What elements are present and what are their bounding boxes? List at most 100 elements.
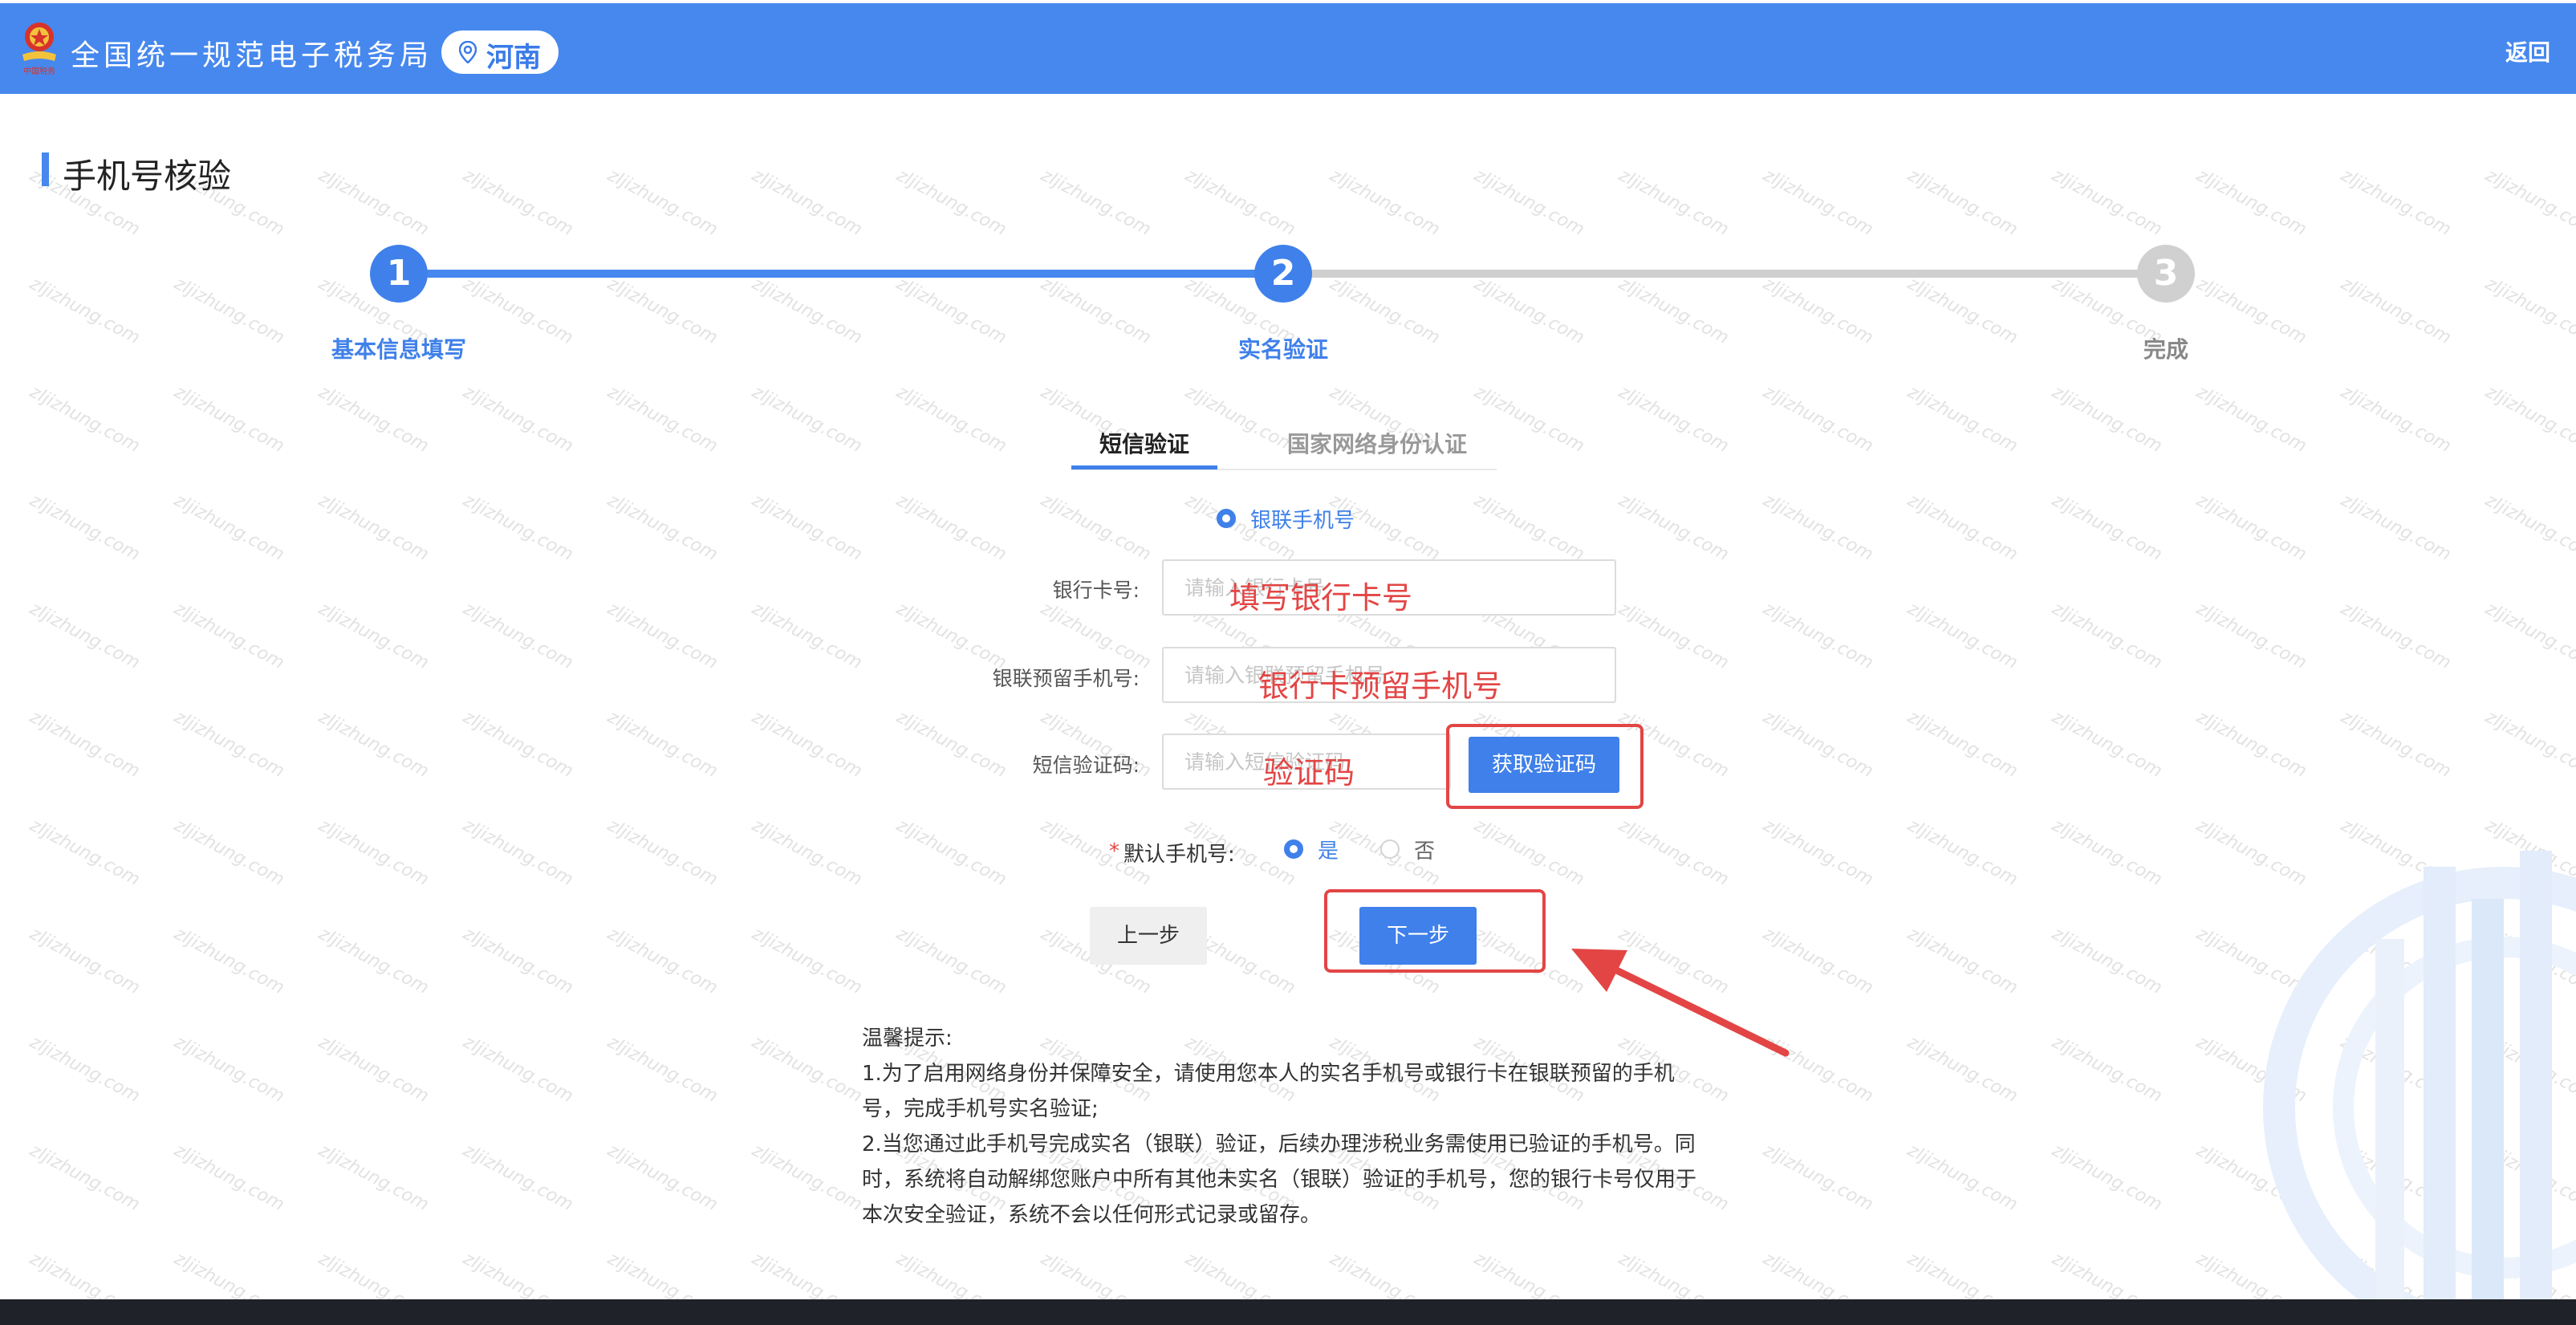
watermark-text: zljizhung.com [603, 706, 721, 782]
tab-national-identity[interactable]: 国家网络身份认证 [1287, 427, 1467, 459]
prev-step-button[interactable]: 上一步 [1090, 907, 1207, 965]
watermark-text: zljizhung.com [2337, 598, 2455, 674]
watermark-text: zljizhung.com [748, 273, 866, 349]
watermark-text: zljizhung.com [170, 490, 288, 566]
watermark-text: zljizhung.com [1615, 815, 1733, 891]
progress-line-pending [1283, 270, 2166, 278]
watermark-text: zljizhung.com [1904, 923, 2021, 999]
watermark-text: zljizhung.com [315, 923, 433, 999]
watermark-text: zljizhung.com [2481, 490, 2576, 566]
unionpay-phone-label: 银联手机号 [1250, 509, 1355, 533]
watermark-text: zljizhung.com [1326, 165, 1444, 241]
watermark-text: zljizhung.com [748, 381, 866, 457]
watermark-text: zljizhung.com [315, 165, 433, 241]
watermark-text: zljizhung.com [2192, 381, 2310, 457]
top-header: 中国税务 全国统一规范电子税务局 河南 返回 [0, 3, 2576, 94]
watermark-text: zljizhung.com [315, 815, 433, 891]
watermark-text: zljizhung.com [2481, 165, 2576, 241]
page-title: 手机号核验 [63, 156, 232, 196]
watermark-text: zljizhung.com [1759, 815, 1877, 891]
watermark-text: zljizhung.com [748, 490, 866, 566]
watermark-text: zljizhung.com [892, 381, 1010, 457]
watermark-text: zljizhung.com [1759, 165, 1877, 241]
watermark-text: zljizhung.com [1904, 273, 2021, 349]
watermark-text: zljizhung.com [748, 815, 866, 891]
logo-text: 中国税务 [23, 66, 55, 76]
watermark-text: zljizhung.com [2192, 598, 2310, 674]
watermark-text: zljizhung.com [459, 165, 577, 241]
watermark-text: zljizhung.com [1037, 273, 1155, 349]
watermark-text: zljizhung.com [603, 165, 721, 241]
watermark-text: zljizhung.com [1470, 165, 1588, 241]
default-phone-label: 默认手机号: [1123, 843, 1235, 867]
get-code-button[interactable]: 获取验证码 [1469, 737, 1619, 793]
watermark-text: zljizhung.com [2192, 165, 2310, 241]
watermark-text: zljizhung.com [892, 273, 1010, 349]
watermark-text: zljizhung.com [315, 598, 433, 674]
watermark-text: zljizhung.com [2048, 165, 2166, 241]
watermark-text: zljizhung.com [315, 381, 433, 457]
watermark-text: zljizhung.com [1470, 490, 1588, 566]
location-pin-icon [459, 41, 477, 63]
watermark-text: zljizhung.com [603, 1031, 721, 1108]
default-phone-yes-radio[interactable] [1284, 839, 1303, 859]
watermark-text: zljizhung.com [1759, 706, 1877, 782]
default-phone-yes-label: 是 [1318, 839, 1339, 864]
watermark-text: zljizhung.com [2048, 815, 2166, 891]
watermark-text: zljizhung.com [26, 1140, 144, 1216]
progress-line-done [399, 270, 1283, 278]
footer-bar [0, 1299, 2576, 1325]
watermark-text: zljizhung.com [892, 490, 1010, 566]
watermark-text: zljizhung.com [1181, 381, 1299, 457]
bank-card-annotation: 填写银行卡号 [1229, 580, 1413, 616]
watermark-text: zljizhung.com [603, 923, 721, 999]
required-asterisk: * [1109, 839, 1119, 864]
bank-card-label: 银行卡号: [1052, 579, 1140, 602]
watermark-text: zljizhung.com [748, 706, 866, 782]
decorative-emblem-graphic [2263, 851, 2576, 1300]
watermark-text: zljizhung.com [170, 273, 288, 349]
watermark-text: zljizhung.com [26, 1031, 144, 1108]
watermark-text: zljizhung.com [170, 1031, 288, 1108]
watermark-text: zljizhung.com [1904, 706, 2021, 782]
tips-title: 温馨提示: [862, 1026, 953, 1051]
tips-section: 温馨提示: 1.为了启用网络身份并保障安全，请使用您本人的实名手机号或银行卡在银… [862, 1021, 1713, 1233]
watermark-text: zljizhung.com [603, 381, 721, 457]
watermark-text: zljizhung.com [1037, 490, 1155, 566]
tab-sms-verification[interactable]: 短信验证 [1099, 427, 1189, 459]
unionpay-phone-radio[interactable] [1217, 509, 1236, 528]
watermark-text: zljizhung.com [892, 815, 1010, 891]
watermark-text: zljizhung.com [26, 381, 144, 457]
watermark-text: zljizhung.com [459, 1140, 577, 1216]
back-link[interactable]: 返回 [2505, 35, 2550, 67]
watermark-text: zljizhung.com [2048, 490, 2166, 566]
watermark-text: zljizhung.com [2048, 598, 2166, 674]
watermark-text: zljizhung.com [170, 598, 288, 674]
watermark-text: zljizhung.com [26, 273, 144, 349]
watermark-text: zljizhung.com [26, 598, 144, 674]
watermark-text: zljizhung.com [459, 706, 577, 782]
watermark-text: zljizhung.com [26, 490, 144, 566]
watermark-text: zljizhung.com [1470, 273, 1588, 349]
watermark-text: zljizhung.com [748, 923, 866, 999]
watermark-text: zljizhung.com [1904, 490, 2021, 566]
region-selector[interactable]: 河南 [441, 30, 559, 74]
watermark-text: zljizhung.com [1615, 381, 1733, 457]
watermark-text: zljizhung.com [748, 598, 866, 674]
watermark-text: zljizhung.com [1759, 273, 1877, 349]
sms-code-label: 短信验证码: [1032, 754, 1140, 777]
reserved-phone-annotation: 银行卡预留手机号 [1258, 669, 1503, 704]
watermark-text: zljizhung.com [1470, 815, 1588, 891]
watermark-text: zljizhung.com [2337, 381, 2455, 457]
next-step-button[interactable]: 下一步 [1359, 907, 1477, 965]
watermark-text: zljizhung.com [170, 815, 288, 891]
watermark-text: zljizhung.com [2192, 706, 2310, 782]
tips-line-1: 1.为了启用网络身份并保障安全，请使用您本人的实名手机号或银行卡在银联预留的手机… [862, 1062, 1675, 1121]
watermark-text: zljizhung.com [2481, 381, 2576, 457]
watermark-text: zljizhung.com [2481, 273, 2576, 349]
watermark-text: zljizhung.com [1759, 1140, 1877, 1216]
watermark-text: zljizhung.com [2481, 706, 2576, 782]
step-3-label: 完成 [2143, 336, 2188, 363]
watermark-text: zljizhung.com [1759, 598, 1877, 674]
default-phone-no-radio[interactable] [1380, 839, 1400, 859]
